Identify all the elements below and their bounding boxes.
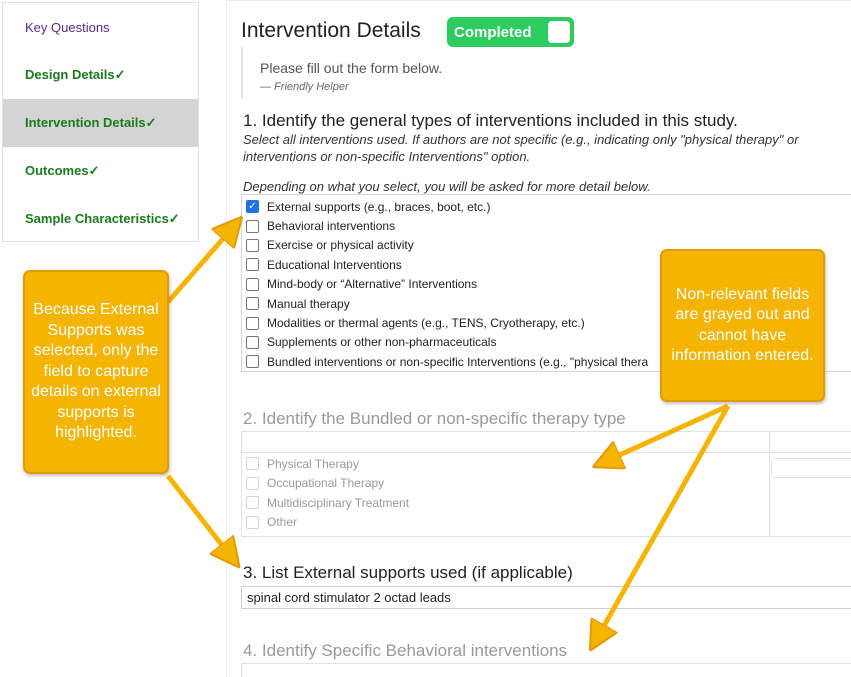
option-label: Physical Therapy — [267, 456, 359, 471]
option-behavioral[interactable]: Behavioral interventions — [242, 216, 851, 235]
question-1-help-detail: Depending on what you select, you will b… — [243, 179, 651, 194]
checkbox-checked-icon[interactable]: ✓ — [246, 200, 259, 214]
question-4-title: 4. Identify Specific Behavioral interven… — [243, 641, 568, 660]
option-multidisciplinary: Multidisciplinary Treatment — [242, 493, 851, 513]
completed-toggle[interactable]: Completed — [447, 17, 574, 47]
sidebar-nav: Key Questions Design Details✓ Interventi… — [2, 2, 199, 242]
helper-author: — Friendly Helper — [260, 81, 349, 93]
sidebar-item-outcomes[interactable]: Outcomes✓ — [3, 147, 198, 195]
callout-grayed-out: Non-relevant fields are grayed out and c… — [660, 249, 825, 402]
arrow-to-question-3 — [166, 474, 232, 558]
sidebar-item-key-questions[interactable]: Key Questions — [3, 3, 198, 51]
toggle-knob — [548, 21, 570, 43]
question-2-table-header — [242, 432, 851, 453]
checkbox-icon[interactable] — [246, 258, 259, 272]
question-3-title: 3. List External supports used (if appli… — [243, 563, 573, 582]
question-2-table: Physical Therapy Occupational Therapy Mu… — [241, 431, 851, 537]
question-2-title: 2. Identify the Bundled or non-specific … — [243, 409, 626, 428]
checkbox-icon[interactable] — [246, 277, 259, 291]
question-4: 4. Identify Specific Behavioral interven… — [241, 641, 851, 677]
option-label: Mind-body or “Alternative” Interventions — [267, 277, 478, 292]
option-physical-therapy: Physical Therapy — [242, 454, 851, 474]
callout-external-supports: Because External Supports was selected, … — [23, 270, 169, 474]
option-label: External supports (e.g., braces, boot, e… — [267, 199, 491, 214]
sidebar-item-design-details[interactable]: Design Details✓ — [3, 51, 198, 99]
page-title: Intervention Details — [241, 19, 421, 42]
checkbox-icon[interactable] — [246, 355, 259, 369]
checkbox-icon[interactable] — [246, 316, 259, 330]
checkbox-icon[interactable] — [246, 219, 259, 233]
question-2-disabled-input — [771, 458, 851, 478]
option-label: Manual therapy — [267, 296, 350, 311]
question-1-title: 1. Identify the general types of interve… — [243, 111, 738, 130]
completed-toggle-label: Completed — [454, 23, 532, 41]
option-occupational-therapy: Occupational Therapy — [242, 474, 851, 494]
checkbox-disabled-icon — [246, 476, 259, 490]
option-label: Exercise or physical activity — [267, 238, 414, 253]
option-label: Occupational Therapy — [267, 476, 385, 491]
checkbox-icon[interactable] — [246, 297, 259, 311]
external-supports-input[interactable]: spinal cord stimulator 2 octad leads — [241, 586, 851, 609]
option-label: Modalities or thermal agents (e.g., TENS… — [267, 316, 585, 331]
helper-quote: Please fill out the form below. — Friend… — [241, 47, 541, 99]
option-label: Behavioral interventions — [267, 219, 396, 234]
option-label: Multidisciplinary Treatment — [267, 495, 410, 510]
table-divider — [769, 432, 770, 536]
option-label: Educational Interventions — [267, 257, 402, 272]
question-1-help: Select all interventions used. If author… — [243, 132, 799, 164]
option-external-supports[interactable]: ✓ External supports (e.g., braces, boot, … — [242, 197, 851, 216]
checkbox-icon[interactable] — [246, 238, 259, 252]
question-3: 3. List External supports used (if appli… — [241, 563, 851, 609]
option-label: Bundled interventions or non-specific In… — [267, 354, 649, 369]
checkbox-icon[interactable] — [246, 335, 259, 349]
option-other: Other — [242, 513, 851, 533]
question-4-table — [241, 663, 851, 677]
sidebar-item-intervention-details[interactable]: Intervention Details✓ — [3, 99, 198, 147]
checkbox-disabled-icon — [246, 515, 259, 529]
checkbox-disabled-icon — [246, 496, 259, 510]
sidebar-item-sample-characteristics[interactable]: Sample Characteristics✓ — [3, 195, 198, 243]
checkbox-disabled-icon — [246, 457, 259, 471]
option-label: Other — [267, 515, 298, 530]
option-label: Supplements or other non-pharmaceuticals — [267, 335, 497, 350]
question-2: 2. Identify the Bundled or non-specific … — [241, 409, 851, 537]
helper-text: Please fill out the form below. — [260, 60, 443, 76]
